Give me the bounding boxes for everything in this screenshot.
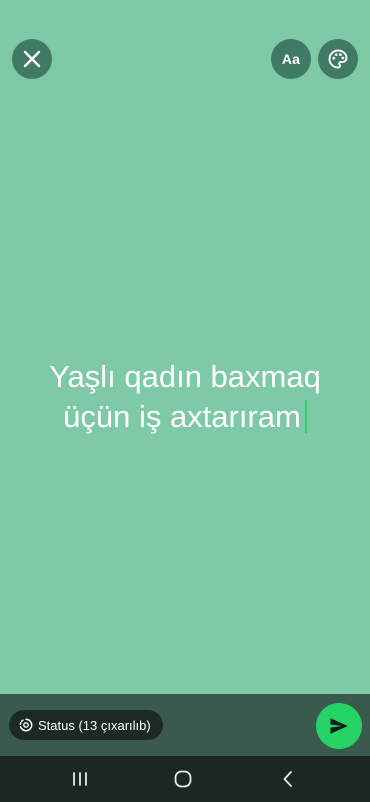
status-composer-screen: Aa Yaşlı qadın baxmaq üçün iş axtarıram <box>0 0 370 802</box>
send-icon <box>329 717 349 735</box>
back-button[interactable] <box>276 768 300 790</box>
status-text-line-2-content: üçün iş axtarıram <box>63 399 301 434</box>
home-icon <box>173 770 193 788</box>
font-style-button[interactable]: Aa <box>271 39 311 79</box>
back-icon <box>281 770 295 788</box>
status-text-line-1: Yaşlı qadın baxmaq <box>49 359 321 394</box>
recents-button[interactable] <box>68 768 92 790</box>
palette-icon <box>327 48 349 70</box>
status-audience-chip[interactable]: Status (13 çıxarılıb) <box>9 710 163 740</box>
color-palette-button[interactable] <box>318 39 358 79</box>
status-audience-label: Status (13 çıxarılıb) <box>38 717 151 733</box>
close-icon <box>23 50 41 68</box>
send-button[interactable] <box>316 703 362 749</box>
status-icon <box>19 718 33 732</box>
status-text-line-2: üçün iş axtarıram <box>20 397 350 437</box>
recents-icon <box>71 771 89 787</box>
status-footer-bar: Status (13 çıxarılıb) <box>0 694 370 756</box>
home-button[interactable] <box>171 768 195 790</box>
text-caret <box>304 400 307 433</box>
system-navigation-bar <box>0 756 370 802</box>
status-text-input[interactable]: Yaşlı qadın baxmaq üçün iş axtarıram <box>20 357 350 437</box>
font-button-label: Aa <box>281 51 301 67</box>
close-button[interactable] <box>12 39 52 79</box>
